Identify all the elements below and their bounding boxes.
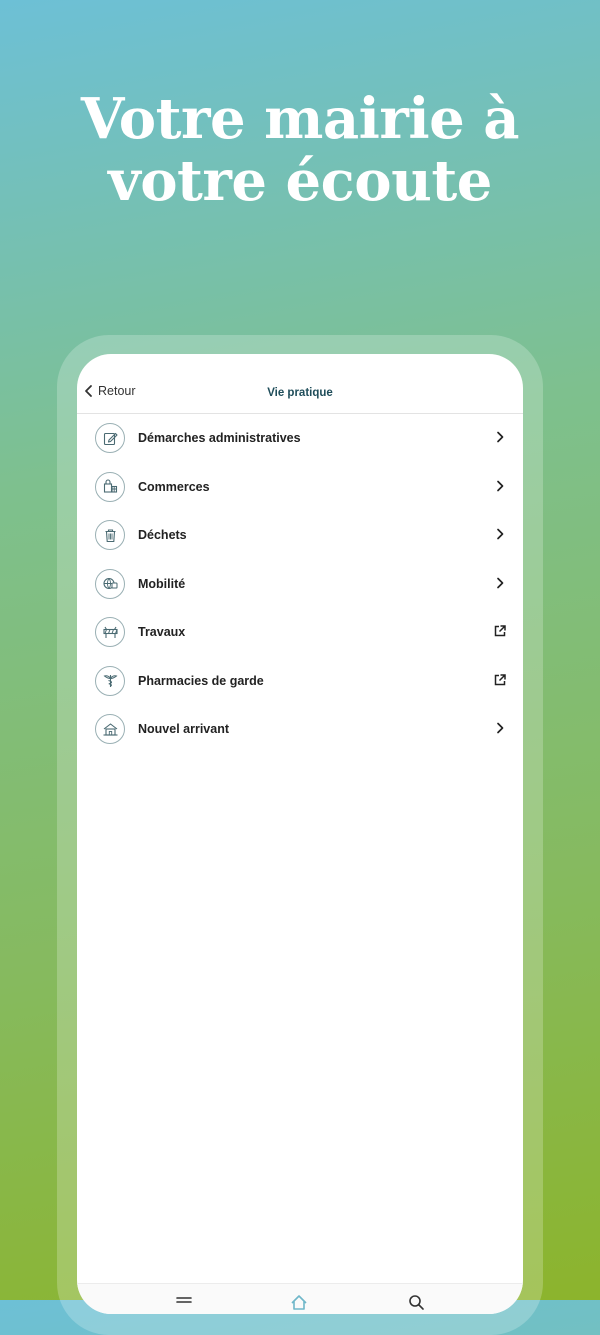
list-item-dechets[interactable]: Déchets — [77, 511, 523, 560]
list-item-travaux[interactable]: Travaux — [77, 608, 523, 657]
list-item-label: Déchets — [138, 528, 187, 542]
chevron-right-icon — [493, 721, 507, 735]
external-link-icon — [493, 673, 507, 687]
external-link-icon — [493, 624, 507, 638]
services-list: Démarches administratives Commerces Déch… — [77, 414, 523, 754]
headline: Votre mairie à votre écoute — [0, 88, 600, 212]
menu-icon[interactable] — [174, 1292, 194, 1312]
list-item-label: Mobilité — [138, 576, 186, 591]
list-item-pharmacies-de-garde[interactable]: Pharmacies de garde — [77, 657, 523, 706]
list-item-label: Nouvel arrivant — [138, 722, 230, 736]
list-item-commerces[interactable]: Commerces — [77, 463, 523, 512]
pharmacy-caduceus-icon — [95, 665, 125, 696]
bike-bus-icon — [95, 568, 125, 599]
list-item-label: Pharmacies de garde — [138, 673, 264, 688]
form-edit-icon — [95, 423, 125, 453]
chevron-right-icon — [493, 430, 507, 444]
phone-screen: Retour Vie pratique Démarches administra… — [77, 354, 523, 1314]
house-icon — [95, 714, 125, 744]
trash-bin-icon — [95, 520, 125, 550]
chevron-right-icon — [493, 527, 507, 541]
list-item-label: Travaux — [138, 625, 186, 639]
search-icon[interactable] — [406, 1292, 426, 1312]
navigation-bar: Retour Vie pratique — [77, 354, 523, 414]
roadwork-barrier-icon — [95, 617, 125, 647]
chevron-right-icon — [493, 479, 507, 493]
list-item-nouvel-arrivant[interactable]: Nouvel arrivant — [77, 705, 523, 754]
list-item-demarches-administratives[interactable]: Démarches administratives — [77, 414, 523, 463]
screen-title: Vie pratique — [267, 387, 333, 399]
chevron-right-icon — [493, 576, 507, 590]
headline-line-1: Votre mairie à — [80, 86, 520, 152]
shop-icon — [95, 471, 125, 502]
home-icon[interactable] — [289, 1292, 309, 1312]
list-item-label: Commerces — [138, 479, 210, 494]
bottom-tab-bar — [77, 1283, 523, 1314]
list-item-mobilite[interactable]: Mobilité — [77, 560, 523, 609]
list-item-label: Démarches administratives — [138, 431, 301, 445]
headline-line-2: votre écoute — [108, 148, 492, 214]
